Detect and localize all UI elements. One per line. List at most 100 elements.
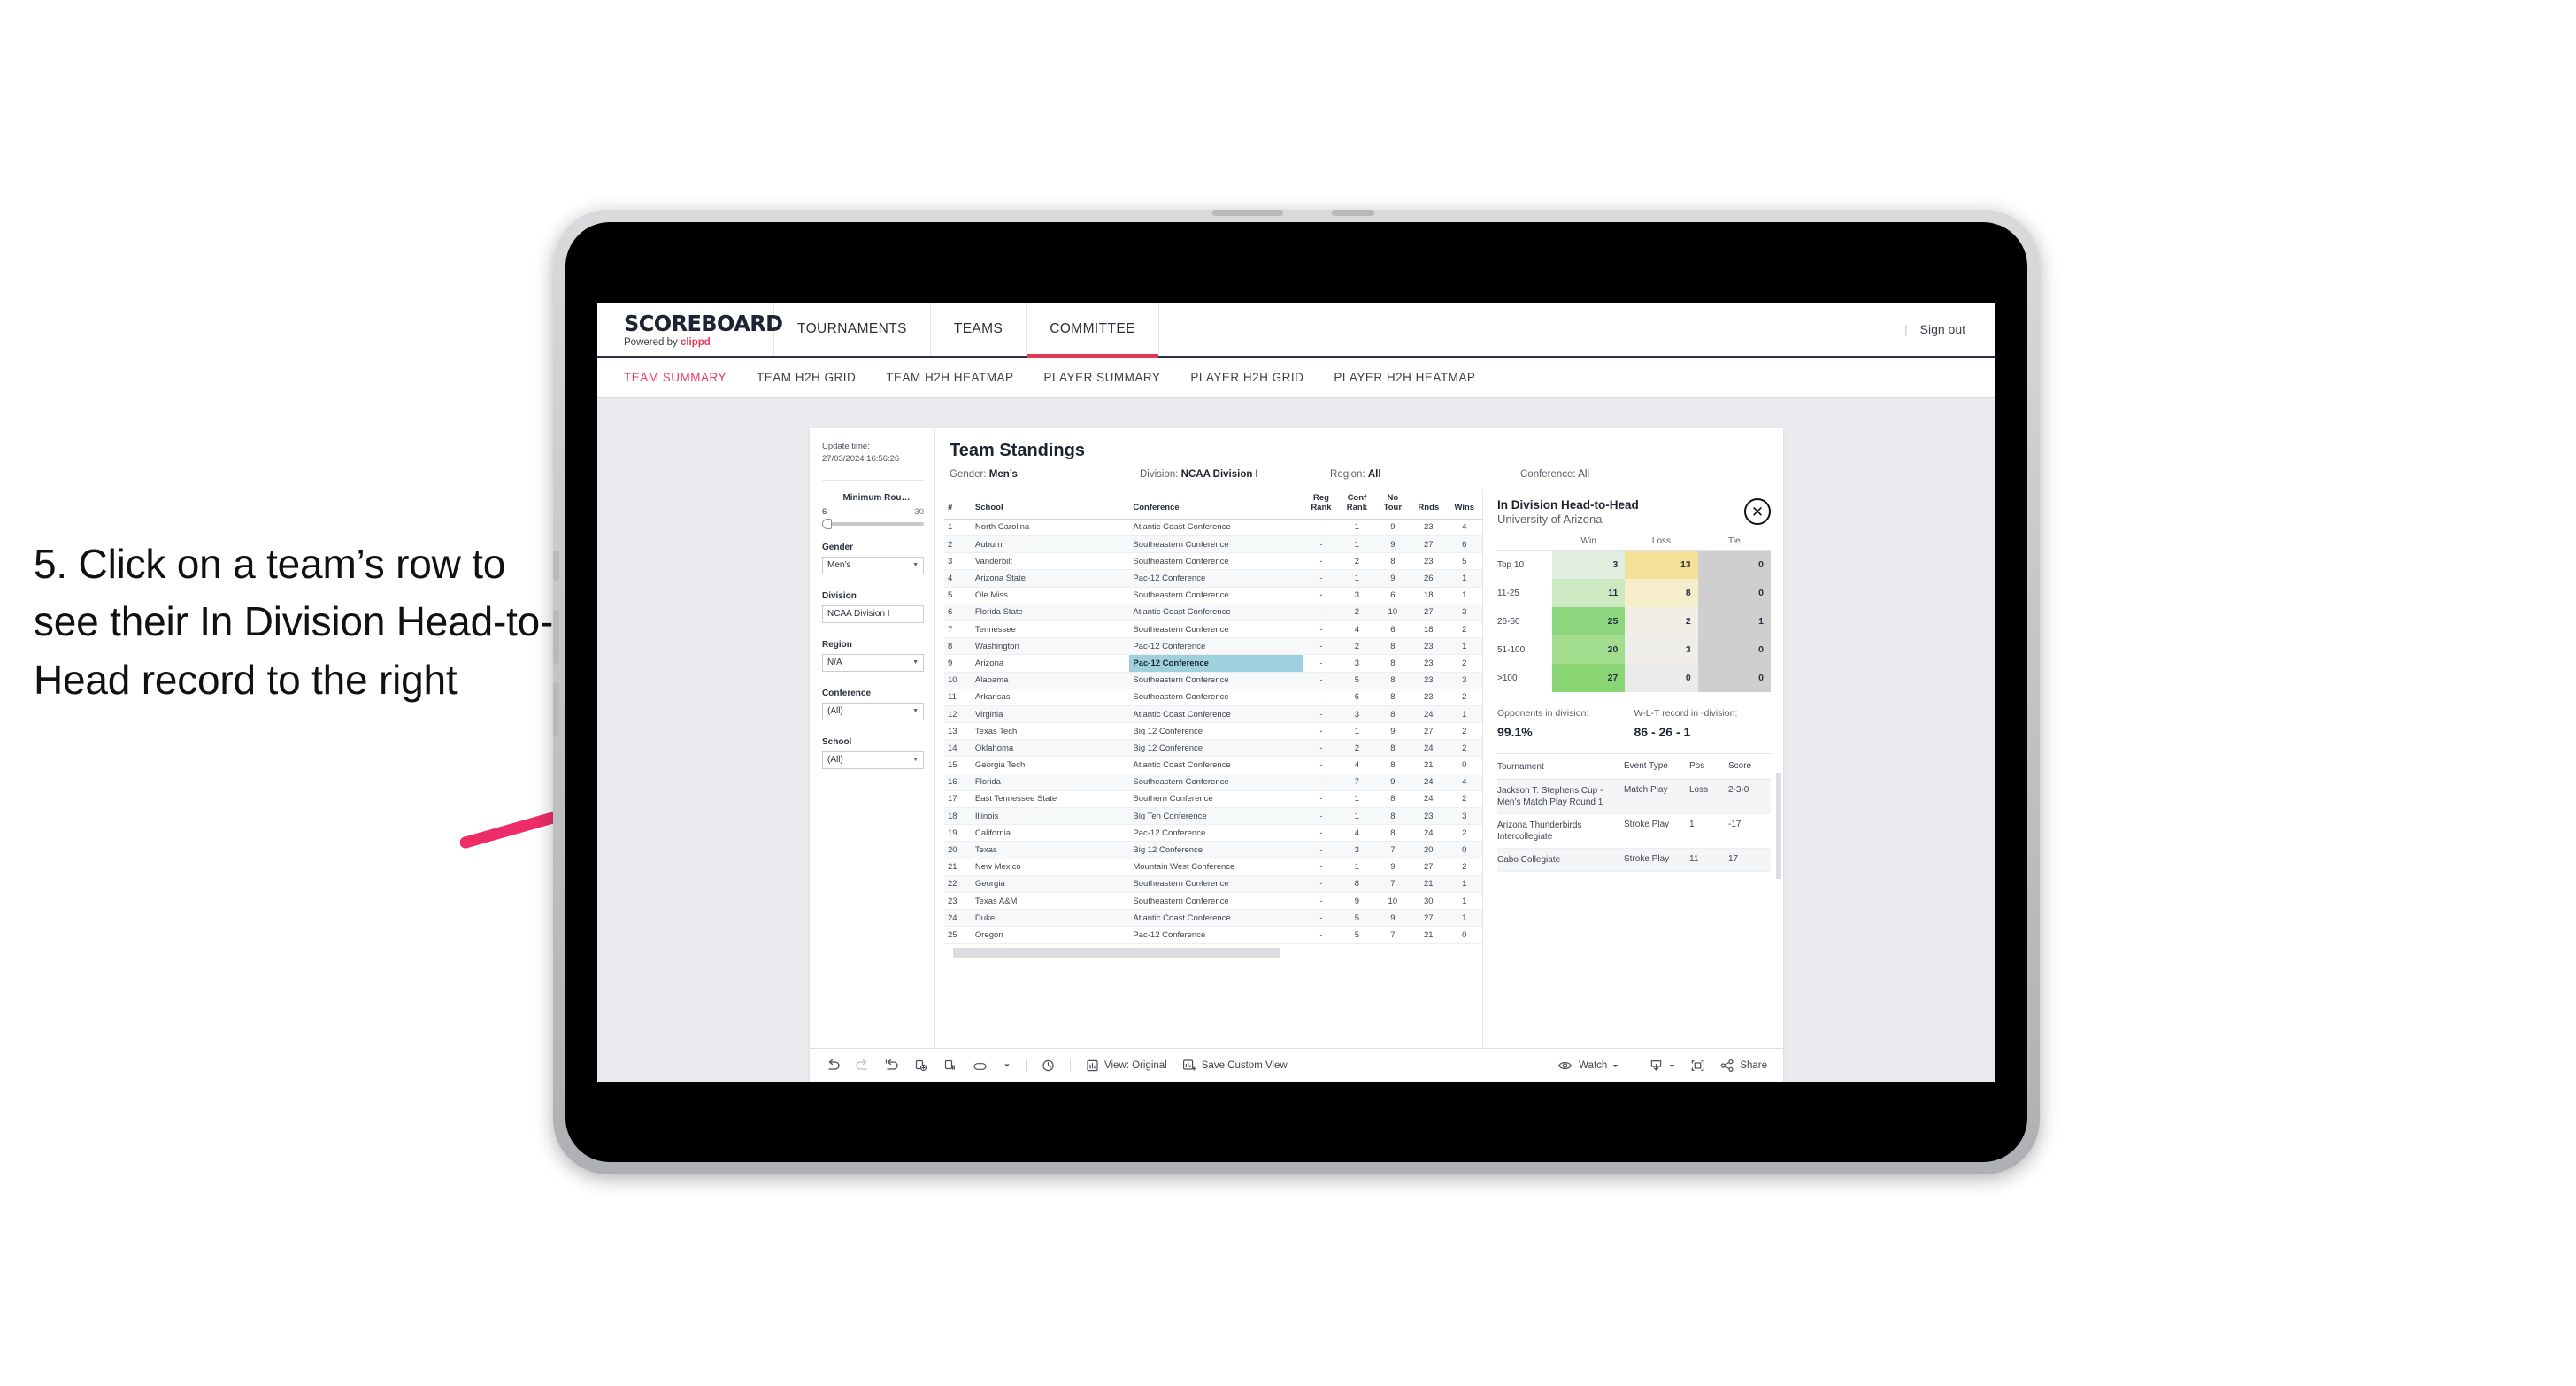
table-row[interactable]: 18 Illinois Big Ten Conference -1 8 23 3 bbox=[944, 807, 1482, 826]
brand-logo[interactable]: SCOREBOARD Powered by clippd bbox=[597, 303, 783, 356]
cell-rnds: 23 bbox=[1411, 672, 1447, 689]
tournament-rows: Jackson T. Stephens Cup - Men’s Match Pl… bbox=[1497, 780, 1771, 872]
close-icon[interactable]: ✕ bbox=[1744, 498, 1771, 525]
table-row[interactable]: 23 Texas A&M Southeastern Conference -9 10 30… bbox=[944, 892, 1482, 911]
save-custom-view-button[interactable]: Save Custom View bbox=[1181, 1059, 1288, 1073]
table-row[interactable]: 8 Washington Pac-12 Conference -2 8 23 1 bbox=[944, 637, 1482, 656]
subnav-item-team-summary[interactable]: TEAM SUMMARY bbox=[624, 371, 727, 384]
panel-vertical-scrollbar[interactable] bbox=[1776, 773, 1781, 879]
view-original-button[interactable]: View: Original bbox=[1085, 1059, 1167, 1073]
column-header-reg-rank[interactable]: Reg Rank bbox=[1303, 489, 1340, 520]
horizontal-scrollbar[interactable] bbox=[953, 947, 1473, 958]
cell-wins: 4 bbox=[1446, 519, 1482, 537]
cell-conference: Atlantic Coast Conference bbox=[1129, 604, 1303, 621]
table-row[interactable]: 7 Tennessee Southeastern Conference -4 6 18 2 bbox=[944, 620, 1482, 639]
table-row[interactable]: 20 Texas Big 12 Conference -3 7 20 0 bbox=[944, 841, 1482, 859]
cell-reg-rank: - bbox=[1303, 892, 1340, 911]
filter-region-select[interactable]: N/A ▼ bbox=[822, 653, 924, 672]
pause-icon[interactable] bbox=[942, 1059, 957, 1072]
cell-wins: 4 bbox=[1446, 774, 1482, 791]
cell-conf-rank: 3 bbox=[1339, 841, 1375, 859]
undo-icon[interactable] bbox=[826, 1059, 841, 1072]
slider-handle[interactable] bbox=[822, 518, 832, 529]
matrix-cell-tie: 1 bbox=[1697, 607, 1771, 635]
table-row[interactable]: 10 Alabama Southeastern Conference -5 8 23 3 bbox=[944, 672, 1482, 689]
share-button[interactable]: Share bbox=[1719, 1059, 1767, 1073]
table-row[interactable]: 12 Virginia Atlantic Coast Conference -3 8 24… bbox=[944, 705, 1482, 724]
table-row[interactable]: 25 Oregon Pac-12 Conference -5 7 21 0 bbox=[944, 926, 1482, 944]
cell-no-tour: 7 bbox=[1374, 875, 1411, 893]
column-header-no-tour[interactable]: No Tour bbox=[1374, 489, 1411, 520]
caret-down-icon[interactable] bbox=[1003, 1059, 1011, 1072]
watch-button[interactable]: Watch bbox=[1557, 1059, 1619, 1072]
table-row[interactable]: 4 Arizona State Pac-12 Conference -1 9 26 1 bbox=[944, 569, 1482, 588]
table-row[interactable]: 9 Arizona Pac-12 Conference -3 8 23 2 bbox=[944, 654, 1482, 673]
cell-reg-rank: - bbox=[1303, 875, 1340, 893]
subnav-item-player-h2h-heatmap[interactable]: PLAYER H2H HEATMAP bbox=[1334, 371, 1475, 384]
nav-item-teams[interactable]: TEAMS bbox=[931, 303, 1027, 356]
cell-conf-rank: 5 bbox=[1339, 926, 1375, 944]
table-row[interactable]: 6 Florida State Atlantic Coast Conference -… bbox=[944, 604, 1482, 621]
revert-icon[interactable] bbox=[884, 1059, 899, 1072]
head-to-head-title-group: In Division Head-to-Head University of A… bbox=[1497, 498, 1639, 526]
history-icon[interactable] bbox=[1041, 1059, 1056, 1073]
table-row[interactable]: 15 Georgia Tech Atlantic Coast Conference -… bbox=[944, 756, 1482, 774]
table-row[interactable]: 1 North Carolina Atlantic Coast Conference… bbox=[944, 519, 1482, 537]
flow-icon[interactable] bbox=[972, 1059, 988, 1072]
fullscreen-icon[interactable] bbox=[1690, 1059, 1705, 1073]
table-row[interactable]: 11 Arkansas Southeastern Conference -6 8 23 2 bbox=[944, 689, 1482, 706]
table-row[interactable]: 5 Ole Miss Southeastern Conference -3 6 18 1 bbox=[944, 587, 1482, 604]
table-row[interactable]: 17 East Tennessee State Southern Conferenc… bbox=[944, 790, 1482, 809]
table-row[interactable]: 2 Auburn Southeastern Conference -1 9 27 6 bbox=[944, 535, 1482, 554]
table-row[interactable]: 3 Vanderbilt Southeastern Conference -2 8 23 5 bbox=[944, 552, 1482, 571]
refresh-icon[interactable] bbox=[913, 1059, 928, 1072]
subnav-item-player-summary[interactable]: PLAYER SUMMARY bbox=[1044, 371, 1161, 384]
subnav-item-team-h2h-grid[interactable]: TEAM H2H GRID bbox=[757, 371, 856, 384]
download-icon[interactable] bbox=[1649, 1059, 1676, 1073]
tournament-row[interactable]: Arizona Thunderbirds Intercollegiate Stro… bbox=[1497, 814, 1771, 849]
table-row[interactable]: 13 Texas Tech Big 12 Conference -1 9 27 2 bbox=[944, 722, 1482, 741]
column-header-rnds[interactable]: Rnds bbox=[1411, 489, 1447, 520]
column-header-wins[interactable]: Wins bbox=[1446, 489, 1482, 520]
cell-rnds: 20 bbox=[1411, 841, 1447, 859]
sign-out-link[interactable]: Sign out bbox=[1920, 322, 1965, 336]
cell-rank: 4 bbox=[944, 569, 972, 588]
tournament-score: 17 bbox=[1728, 854, 1739, 864]
toolbar-separator-2 bbox=[1070, 1059, 1071, 1072]
column-header-rank[interactable]: # bbox=[944, 489, 972, 520]
head-to-head-header: In Division Head-to-Head University of A… bbox=[1497, 498, 1771, 526]
cell-wins: 0 bbox=[1446, 841, 1482, 859]
cell-school: Duke bbox=[971, 909, 1130, 928]
column-header-conference[interactable]: Conference bbox=[1129, 489, 1303, 520]
table-body: 1 North Carolina Atlantic Coast Conference… bbox=[944, 519, 1482, 944]
table-row[interactable]: 21 New Mexico Mountain West Conference -1 9 2… bbox=[944, 859, 1482, 876]
column-header-conf-rank[interactable]: Conf Rank bbox=[1339, 489, 1375, 520]
cell-conf-rank: 7 bbox=[1339, 774, 1375, 791]
cell-rnds: 26 bbox=[1411, 569, 1447, 588]
cell-school: Oklahoma bbox=[971, 739, 1130, 758]
filter-school-select[interactable]: (All) ▼ bbox=[822, 751, 924, 769]
table-row[interactable]: 19 California Pac-12 Conference -4 8 24 2 bbox=[944, 824, 1482, 843]
nav-item-tournaments[interactable]: TOURNAMENTS bbox=[774, 303, 931, 356]
horizontal-scrollbar-thumb[interactable] bbox=[953, 947, 1281, 958]
subnav-item-player-h2h-grid[interactable]: PLAYER H2H GRID bbox=[1190, 371, 1303, 384]
table-row[interactable]: 24 Duke Atlantic Coast Conference -5 9 27 1 bbox=[944, 909, 1482, 928]
nav-item-committee[interactable]: COMMITTEE bbox=[1027, 303, 1159, 358]
top-nav-right-group: | Sign out bbox=[1904, 303, 1995, 356]
cell-reg-rank: - bbox=[1303, 535, 1340, 554]
table-row[interactable]: 14 Oklahoma Big 12 Conference -2 8 24 2 bbox=[944, 739, 1482, 758]
tournament-row[interactable]: Cabo Collegiate Stroke Play 11 17 bbox=[1497, 849, 1771, 872]
redo-icon[interactable] bbox=[855, 1059, 870, 1072]
cell-conference: Mountain West Conference bbox=[1129, 859, 1303, 876]
slider-track[interactable] bbox=[822, 518, 924, 529]
cell-rank: 17 bbox=[944, 790, 972, 809]
filter-conference-select[interactable]: (All) ▼ bbox=[822, 702, 924, 720]
tournament-row[interactable]: Jackson T. Stephens Cup - Men’s Match Pl… bbox=[1497, 780, 1771, 814]
table-row[interactable]: 22 Georgia Southeastern Conference -8 7 21 1 bbox=[944, 875, 1482, 893]
filter-gender-select[interactable]: Men’s ▼ bbox=[822, 556, 924, 574]
column-header-school[interactable]: School bbox=[971, 489, 1130, 520]
subnav-item-team-h2h-heatmap[interactable]: TEAM H2H HEATMAP bbox=[886, 371, 1013, 384]
filter-division-select[interactable]: NCAA Division I bbox=[822, 604, 924, 623]
cell-school: Georgia bbox=[971, 875, 1130, 893]
table-row[interactable]: 16 Florida Southeastern Conference -7 9 24 4 bbox=[944, 774, 1482, 791]
